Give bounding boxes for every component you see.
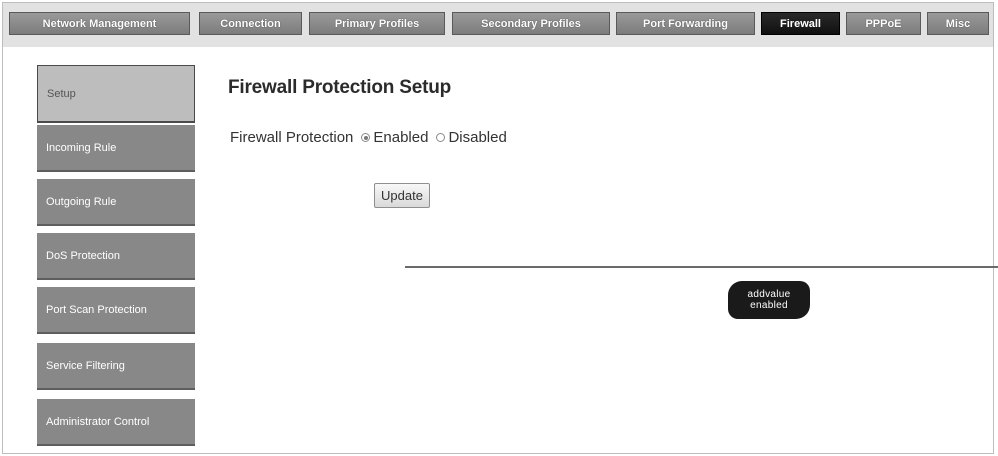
sidebar-item-port-scan-protection[interactable]: Port Scan Protection <box>37 287 195 334</box>
sidebar-item-label: Incoming Rule <box>46 141 117 154</box>
enabled-radio-label[interactable]: Enabled <box>373 129 428 146</box>
sidebar-item-setup[interactable]: Setup <box>37 65 195 123</box>
logo-line-1: addvalue <box>747 289 791 300</box>
update-button[interactable]: Update <box>374 183 430 208</box>
firewall-protection-row: Firewall Protection Enabled Disabled <box>230 129 507 146</box>
addvalue-logo: addvalue enabled <box>728 281 810 319</box>
disabled-radio[interactable] <box>436 133 446 142</box>
sidebar-item-label: Administrator Control <box>46 415 150 428</box>
tab-firewall[interactable]: Firewall <box>761 12 840 35</box>
sidebar-item-label: Service Filtering <box>46 359 125 372</box>
tab-network-management[interactable]: Network Management <box>9 12 190 35</box>
sidebar-item-label: Port Scan Protection <box>46 303 147 316</box>
divider <box>405 266 998 268</box>
tab-pppoe[interactable]: PPPoE <box>846 12 921 35</box>
page-frame: Network Management Connection Primary Pr… <box>2 2 998 454</box>
logo-line-2: enabled <box>750 300 788 311</box>
enabled-radio[interactable] <box>361 133 371 142</box>
sidebar-item-administrator-control[interactable]: Administrator Control <box>37 399 195 446</box>
sidebar-item-label: Outgoing Rule <box>46 195 117 208</box>
firewall-protection-label: Firewall Protection <box>230 129 354 146</box>
sidebar-item-dos-protection[interactable]: DoS Protection <box>37 233 195 280</box>
tab-primary-profiles[interactable]: Primary Profiles <box>309 12 445 35</box>
tab-connection[interactable]: Connection <box>199 12 302 35</box>
sidebar-item-outgoing-rule[interactable]: Outgoing Rule <box>37 179 195 226</box>
page-title: Firewall Protection Setup <box>228 77 452 98</box>
tab-bar: Network Management Connection Primary Pr… <box>3 3 993 47</box>
tab-misc[interactable]: Misc <box>927 12 989 35</box>
sidebar-item-label: Setup <box>47 87 76 100</box>
sidebar-item-label: DoS Protection <box>46 249 120 262</box>
disabled-radio-label[interactable]: Disabled <box>448 129 506 146</box>
sidebar-item-service-filtering[interactable]: Service Filtering <box>37 343 195 390</box>
sidebar-item-incoming-rule[interactable]: Incoming Rule <box>37 125 195 172</box>
tab-port-forwarding[interactable]: Port Forwarding <box>616 12 755 35</box>
tab-secondary-profiles[interactable]: Secondary Profiles <box>452 12 610 35</box>
